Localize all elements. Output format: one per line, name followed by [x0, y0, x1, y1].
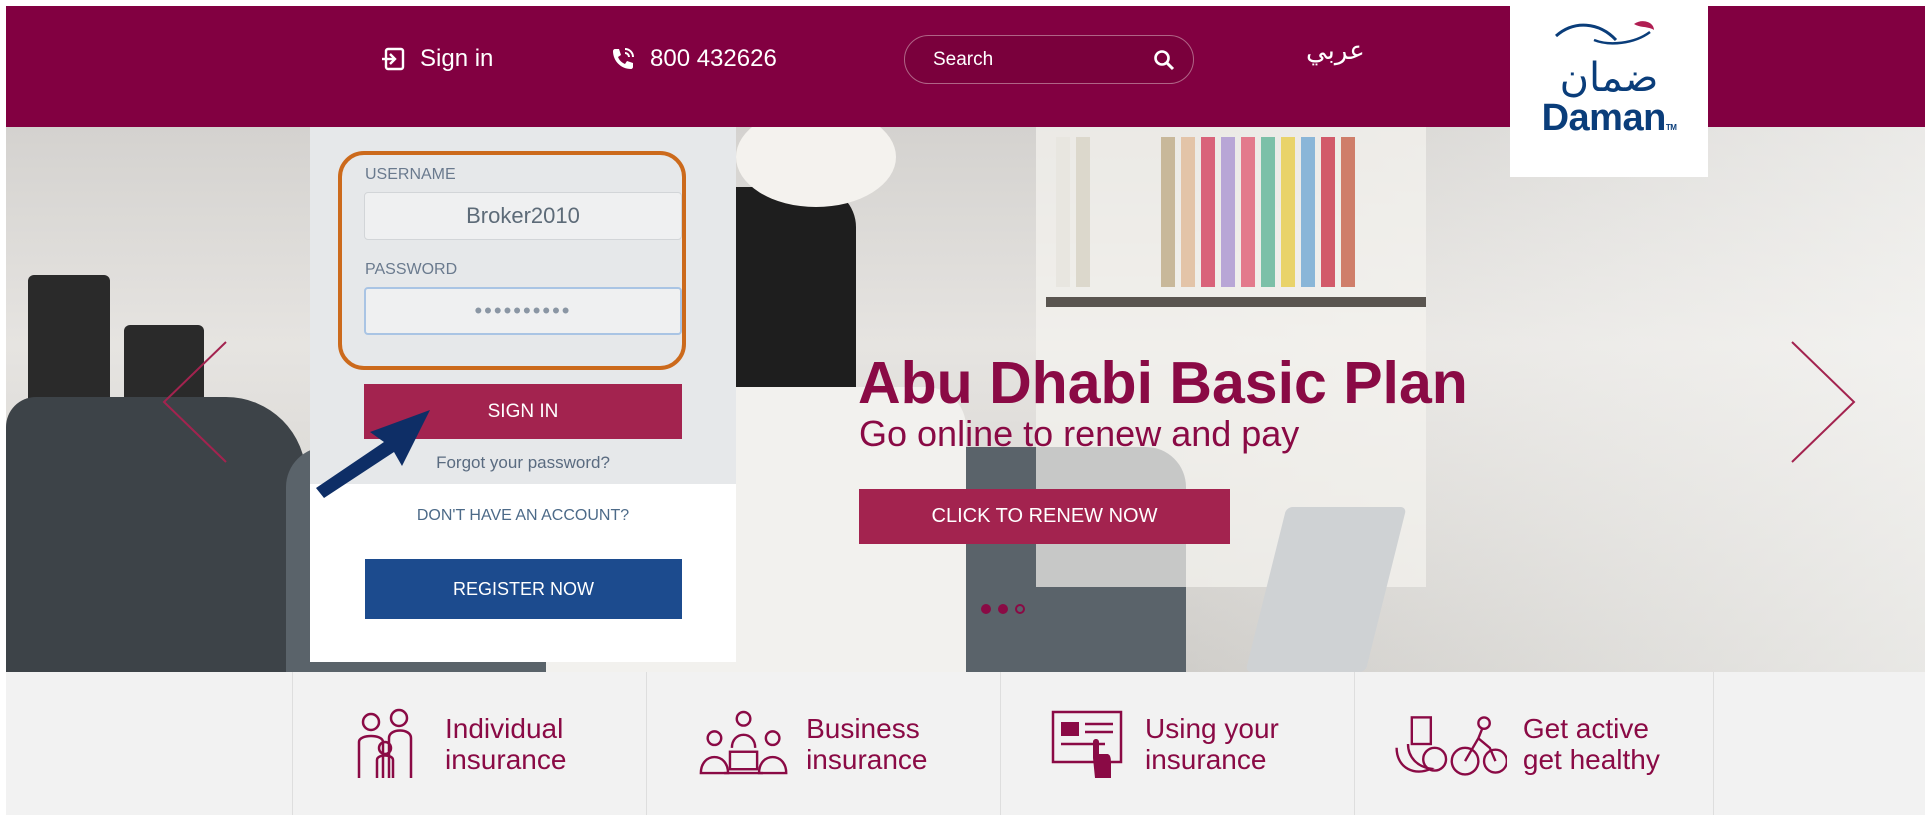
tile-get-active[interactable]: Get active get healthy — [1354, 672, 1714, 815]
carousel-prev-arrow-icon[interactable] — [156, 337, 236, 467]
pointer-arrow-icon — [316, 410, 430, 498]
password-field[interactable] — [364, 287, 682, 335]
hero-banner: Abu Dhabi Basic Plan Go online to renew … — [6, 127, 1925, 672]
username-label: USERNAME — [365, 166, 456, 183]
hero-subtitle: Go online to renew and pay — [859, 413, 1300, 454]
tile-label-line: Individual — [445, 712, 564, 744]
cycling-icon — [1395, 715, 1507, 776]
header-signin-label: Sign in — [420, 45, 494, 72]
username-field[interactable] — [364, 192, 682, 240]
carousel-dot[interactable] — [998, 604, 1008, 614]
carousel-dot[interactable] — [981, 604, 991, 614]
search-input[interactable] — [933, 48, 1133, 71]
tile-business-insurance[interactable]: Business insurance — [646, 672, 1000, 815]
language-toggle[interactable]: عربي — [1306, 36, 1365, 66]
logo-arabic-text: ضمان — [1559, 54, 1659, 101]
family-icon — [357, 708, 413, 778]
feature-tiles: Individualinsurance Businessinsurance — [6, 672, 1925, 815]
search-box — [904, 35, 1194, 84]
page: Sign in 800 432626 عربي ضمان DamanTM — [0, 0, 1931, 815]
search-icon[interactable] — [1153, 49, 1175, 71]
tile-label: Business insurance — [806, 713, 1000, 775]
team-icon — [699, 710, 788, 774]
tile-label: Get active get healthy — [1523, 713, 1713, 775]
hero-title: Abu Dhabi Basic Plan — [858, 350, 1468, 416]
background-image — [1046, 297, 1426, 307]
logo-trademark: TM — [1665, 122, 1677, 132]
card-icon — [1051, 710, 1123, 778]
tile-label-line: insurance — [445, 743, 567, 775]
signin-icon — [382, 47, 405, 71]
background-image — [28, 275, 110, 405]
login-panel: USERNAME PASSWORD SIGN IN Forgot your pa… — [310, 127, 736, 662]
logo-wave-icon — [1555, 21, 1654, 45]
header-phone[interactable]: 800 432626 — [610, 42, 777, 76]
no-account-text: DON'T HAVE AN ACCOUNT? — [416, 507, 630, 524]
logo-english-text: DamanTM — [1541, 96, 1677, 140]
header-signin-link[interactable]: Sign in — [380, 42, 493, 76]
tile-label-line: insurance — [1145, 743, 1267, 775]
tile-using-your-insurance[interactable]: Using your insurance — [1000, 672, 1354, 815]
tile-label-line: get healthy — [1522, 743, 1660, 775]
tile-individual-insurance[interactable]: Individual insurance — [292, 672, 646, 815]
carousel-dot[interactable] — [1015, 604, 1025, 614]
carousel-next-arrow-icon[interactable] — [1782, 337, 1862, 467]
tile-label-line: Get active — [1522, 712, 1649, 744]
tile-label: Individual insurance — [445, 713, 645, 775]
tile-label: Using your insurance — [1145, 713, 1345, 775]
password-label: PASSWORD — [365, 261, 458, 278]
daman-logo[interactable]: ضمان DamanTM — [1510, 6, 1708, 177]
tile-label-line: Business — [806, 712, 920, 744]
carousel-dots — [981, 604, 1025, 614]
tile-label-line: insurance — [806, 743, 928, 775]
phone-icon — [613, 48, 634, 69]
renew-now-button[interactable]: CLICK TO RENEW NOW — [859, 489, 1230, 544]
register-now-button[interactable]: REGISTER NOW — [365, 559, 682, 619]
tile-label-line: Using your — [1145, 712, 1279, 744]
logo-wordmark: Daman — [1541, 96, 1667, 139]
header-phone-number: 800 432626 — [650, 45, 777, 72]
